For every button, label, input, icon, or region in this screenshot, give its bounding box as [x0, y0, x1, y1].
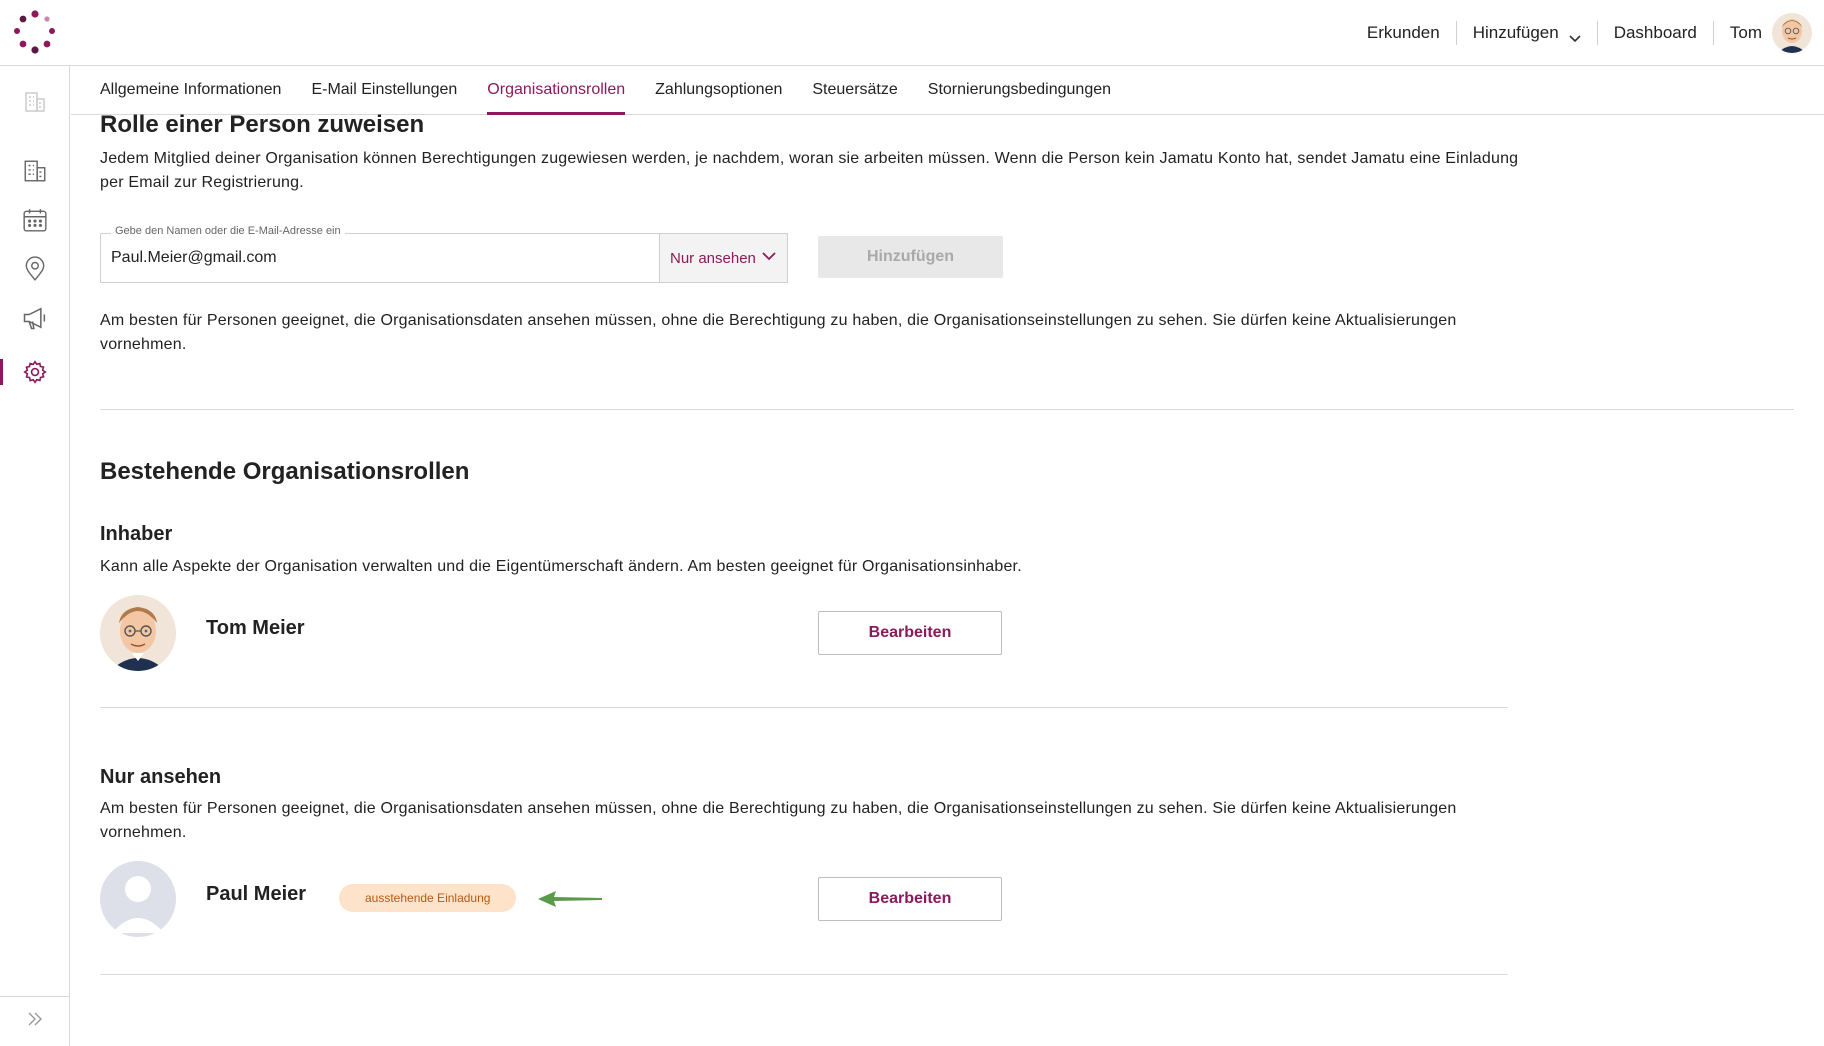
- edit-viewer-button[interactable]: Bearbeiten: [818, 877, 1002, 921]
- top-bar: Erkunden Hinzufügen Dashboard Tom: [0, 0, 1824, 66]
- arrow-left-icon: [536, 889, 606, 914]
- avatar-placeholder: [100, 861, 176, 937]
- existing-roles-title: Bestehende Organisationsrollen: [100, 458, 470, 485]
- viewer-person-name: Paul Meier: [206, 883, 307, 905]
- nav-erkunden-label: Erkunden: [1366, 23, 1440, 42]
- chevron-down-icon: [1569, 27, 1581, 43]
- assign-role-description: Jedem Mitglied deiner Organisation könne…: [100, 150, 1519, 191]
- calendar-icon[interactable]: [20, 205, 50, 235]
- building-icon[interactable]: [20, 87, 50, 117]
- nav-erkunden[interactable]: Erkunden: [1351, 21, 1457, 45]
- avatar: [100, 595, 176, 671]
- owner-divider: [100, 707, 1508, 708]
- tab-organisationsrollen[interactable]: Organisationsrollen: [487, 66, 625, 115]
- nav-hinzufuegen-label: Hinzufügen: [1472, 23, 1559, 42]
- assign-role-title: Rolle einer Person zuweisen: [100, 111, 425, 138]
- viewer-divider: [100, 974, 1508, 975]
- sidebar-active-indicator: [0, 359, 3, 385]
- location-pin-icon[interactable]: [20, 254, 50, 284]
- add-person-button[interactable]: Hinzufügen: [818, 236, 1003, 278]
- settings-tabs: Allgemeine Informationen E-Mail Einstell…: [71, 66, 1824, 115]
- owner-role-description: Kann alle Aspekte der Organisation verwa…: [100, 558, 1022, 575]
- user-name: Tom: [1729, 23, 1762, 42]
- selected-role-description: Am besten für Personen geeignet, die Org…: [100, 312, 1457, 353]
- owner-role-title: Inhaber: [100, 523, 173, 545]
- status-badge: ausstehende Einladung: [339, 884, 517, 912]
- gear-icon[interactable]: [20, 357, 50, 387]
- viewer-role-title: Nur ansehen: [100, 766, 222, 788]
- tab-stornierungsbedingungen[interactable]: Stornierungsbedingungen: [928, 66, 1111, 115]
- owner-person-name: Tom Meier: [206, 617, 305, 639]
- organization-icon[interactable]: [20, 156, 50, 186]
- nav-dashboard-label: Dashboard: [1613, 23, 1697, 42]
- role-select[interactable]: Nur ansehen: [659, 233, 788, 283]
- nav-hinzufuegen[interactable]: Hinzufügen: [1457, 21, 1598, 45]
- tab-email-einstellungen[interactable]: E-Mail Einstellungen: [311, 66, 457, 115]
- edit-owner-button[interactable]: Bearbeiten: [818, 611, 1002, 655]
- app-logo[interactable]: [12, 10, 58, 56]
- nav-dashboard[interactable]: Dashboard: [1598, 21, 1714, 45]
- tab-zahlungsoptionen[interactable]: Zahlungsoptionen: [655, 66, 782, 115]
- sidebar-expand-button[interactable]: [0, 996, 70, 1046]
- tab-steuersaetze[interactable]: Steuersätze: [812, 66, 897, 115]
- megaphone-icon[interactable]: [20, 303, 50, 333]
- section-divider: [100, 409, 1794, 410]
- chevron-down-icon: [756, 249, 776, 267]
- person-input-group: Gebe den Namen oder die E-Mail-Adresse e…: [100, 225, 788, 283]
- tab-allgemeine-informationen[interactable]: Allgemeine Informationen: [100, 66, 281, 115]
- double-chevron-right-icon: [25, 1009, 45, 1034]
- person-input[interactable]: [101, 234, 659, 282]
- role-select-value: Nur ansehen: [670, 249, 756, 267]
- nav-user-menu[interactable]: Tom: [1714, 21, 1772, 45]
- sidebar: [0, 66, 70, 1046]
- top-navigation: Erkunden Hinzufügen Dashboard Tom: [1351, 0, 1824, 66]
- user-avatar[interactable]: [1772, 13, 1812, 53]
- viewer-role-description: Am besten für Personen geeignet, die Org…: [100, 800, 1457, 841]
